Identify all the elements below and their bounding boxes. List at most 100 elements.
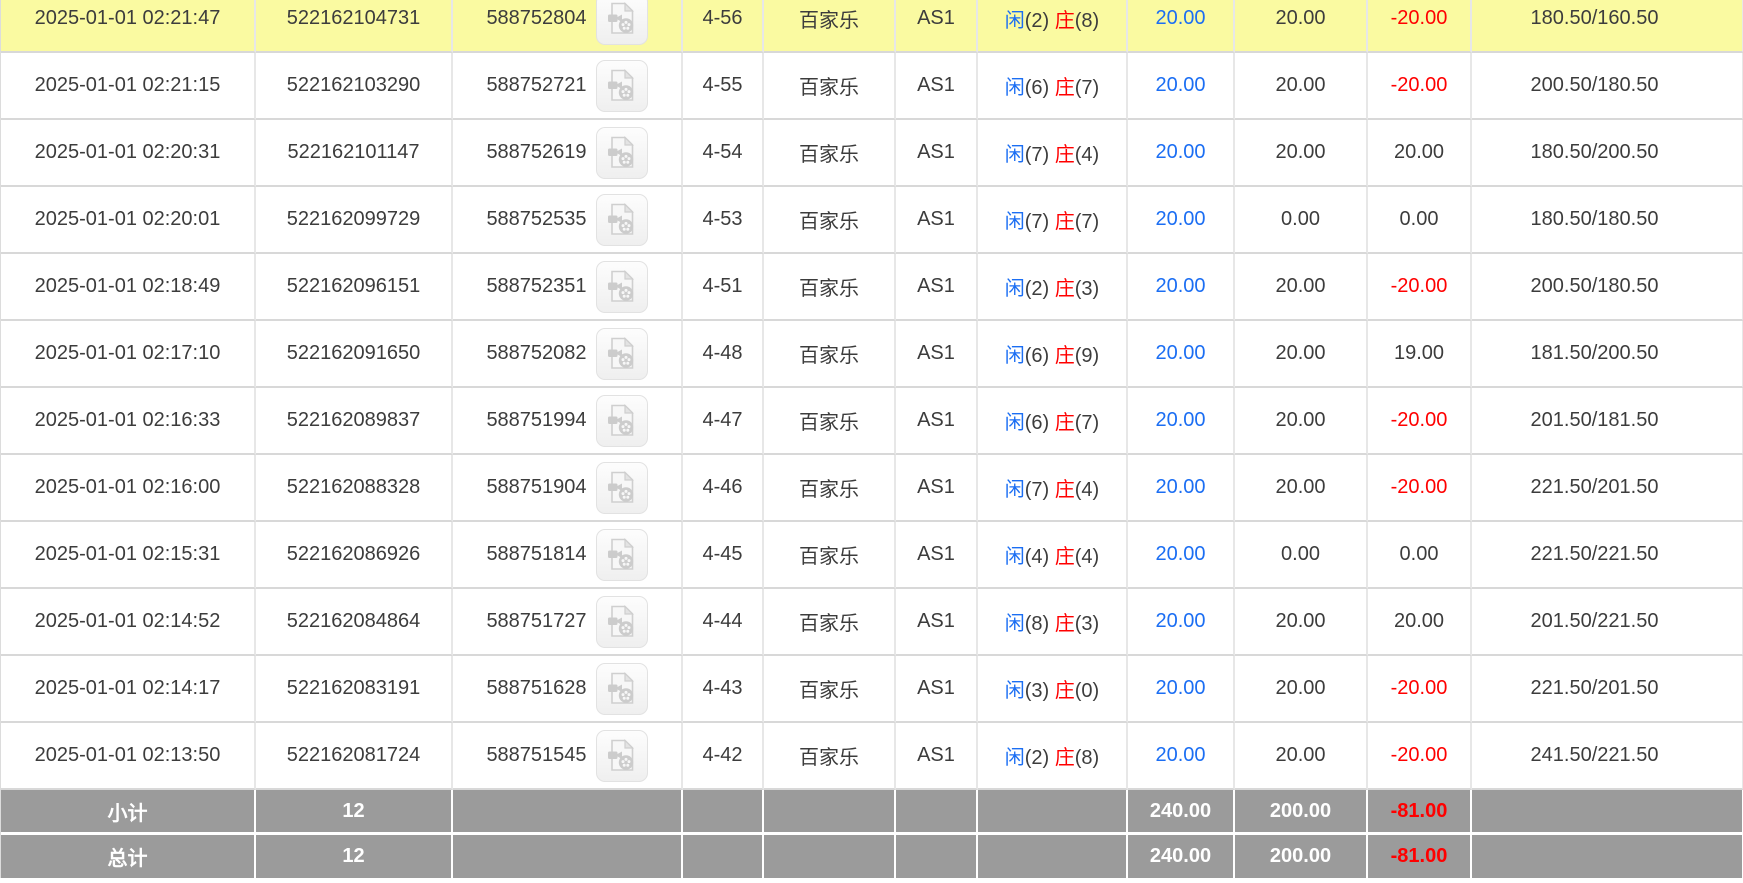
video-file-icon [607, 69, 637, 102]
cell-round: 4-51 [683, 254, 764, 321]
video-replay-button[interactable] [596, 730, 648, 782]
player-label: 闲 [1005, 278, 1025, 300]
video-replay-button[interactable] [596, 462, 648, 514]
round-id-group: 588751994 [486, 395, 647, 447]
cell-win-loss: -20.00 [1368, 0, 1472, 53]
table-row: 2025-01-01 02:15:31522162086926588751814… [1, 522, 1743, 589]
player-points: (7) [1025, 479, 1055, 501]
video-replay-button[interactable] [596, 596, 648, 648]
cell-game: 百家乐 [764, 388, 896, 455]
cell-bet-id: 522162104731 [256, 0, 453, 53]
video-replay-button[interactable] [596, 529, 648, 581]
cell-bet-amount: 20.00 [1128, 388, 1235, 455]
video-replay-button[interactable] [596, 395, 648, 447]
cell-table: AS1 [896, 254, 978, 321]
player-points: (8) [1025, 613, 1055, 635]
video-replay-button[interactable] [596, 60, 648, 112]
cell-win-loss: -20.00 [1368, 723, 1472, 790]
cell-result: 闲(2) 庄(3) [978, 254, 1128, 321]
player-label: 闲 [1005, 412, 1025, 434]
total-valid-amount: 200.00 [1235, 832, 1368, 878]
cell-bet-amount: 20.00 [1128, 656, 1235, 723]
cell-game: 百家乐 [764, 455, 896, 522]
table-row: 2025-01-01 02:14:52522162084864588751727… [1, 589, 1743, 656]
cell-balance: 181.50/200.50 [1472, 321, 1743, 388]
round-id-text: 588752721 [486, 74, 586, 97]
cell-round: 4-46 [683, 455, 764, 522]
cell-table: AS1 [896, 321, 978, 388]
video-file-icon [607, 337, 637, 370]
cell-valid-amount: 0.00 [1235, 522, 1368, 589]
cell-result: 闲(6) 庄(7) [978, 53, 1128, 120]
cell-balance: 180.50/180.50 [1472, 187, 1743, 254]
round-id-text: 588751904 [486, 476, 586, 499]
player-label: 闲 [1005, 10, 1025, 32]
player-label: 闲 [1005, 680, 1025, 702]
cell-round: 4-47 [683, 388, 764, 455]
cell-empty [683, 790, 764, 832]
video-replay-button[interactable] [596, 194, 648, 246]
table-row: 2025-01-01 02:20:31522162101147588752619… [1, 120, 1743, 187]
subtotal-win-loss: -81.00 [1368, 790, 1472, 832]
cell-time: 2025-01-01 02:16:00 [1, 455, 256, 522]
cell-result: 闲(7) 庄(4) [978, 120, 1128, 187]
banker-label: 庄 [1055, 479, 1075, 501]
cell-balance: 221.50/201.50 [1472, 455, 1743, 522]
cell-round-id: 588752721 [453, 53, 683, 120]
cell-game: 百家乐 [764, 656, 896, 723]
cell-table: AS1 [896, 589, 978, 656]
video-file-icon [607, 270, 637, 303]
cell-win-loss: 0.00 [1368, 522, 1472, 589]
cell-empty [453, 790, 683, 832]
cell-win-loss: 20.00 [1368, 120, 1472, 187]
cell-game: 百家乐 [764, 53, 896, 120]
cell-table: AS1 [896, 53, 978, 120]
round-id-text: 588751814 [486, 543, 586, 566]
cell-result: 闲(3) 庄(0) [978, 656, 1128, 723]
video-replay-button[interactable] [596, 0, 648, 45]
cell-bet-id: 522162099729 [256, 187, 453, 254]
player-points: (6) [1025, 77, 1055, 99]
video-file-icon [607, 203, 637, 236]
cell-win-loss: -20.00 [1368, 254, 1472, 321]
cell-round: 4-44 [683, 589, 764, 656]
cell-result: 闲(7) 庄(7) [978, 187, 1128, 254]
cell-round-id: 588752804 [453, 0, 683, 53]
subtotal-bet-amount: 240.00 [1128, 790, 1235, 832]
cell-bet-id: 522162101147 [256, 120, 453, 187]
player-label: 闲 [1005, 479, 1025, 501]
cell-empty [453, 832, 683, 878]
cell-table: AS1 [896, 723, 978, 790]
cell-valid-amount: 20.00 [1235, 254, 1368, 321]
cell-empty [978, 832, 1128, 878]
cell-round-id: 588752535 [453, 187, 683, 254]
video-file-icon [607, 404, 637, 437]
video-replay-button[interactable] [596, 127, 648, 179]
cell-bet-amount: 20.00 [1128, 0, 1235, 53]
banker-label: 庄 [1055, 211, 1075, 233]
banker-points: (7) [1075, 412, 1099, 434]
round-id-group: 588752619 [486, 127, 647, 179]
banker-points: (3) [1075, 278, 1099, 300]
cell-empty [764, 790, 896, 832]
round-id-text: 588752351 [486, 275, 586, 298]
round-id-group: 588752804 [486, 0, 647, 45]
round-id-group: 588751628 [486, 663, 647, 715]
video-file-icon [607, 136, 637, 169]
cell-valid-amount: 20.00 [1235, 455, 1368, 522]
banker-label: 庄 [1055, 680, 1075, 702]
video-replay-button[interactable] [596, 261, 648, 313]
round-id-text: 588752535 [486, 208, 586, 231]
video-replay-button[interactable] [596, 663, 648, 715]
cell-balance: 200.50/180.50 [1472, 254, 1743, 321]
cell-game: 百家乐 [764, 522, 896, 589]
cell-win-loss: -20.00 [1368, 656, 1472, 723]
summary-body: 小计 12 240.00 200.00 -81.00 总计 12 [1, 790, 1743, 878]
player-label: 闲 [1005, 144, 1025, 166]
cell-round: 4-53 [683, 187, 764, 254]
round-id-text: 588752619 [486, 141, 586, 164]
cell-win-loss: 0.00 [1368, 187, 1472, 254]
cell-bet-amount: 20.00 [1128, 321, 1235, 388]
round-id-group: 588751727 [486, 596, 647, 648]
video-replay-button[interactable] [596, 328, 648, 380]
